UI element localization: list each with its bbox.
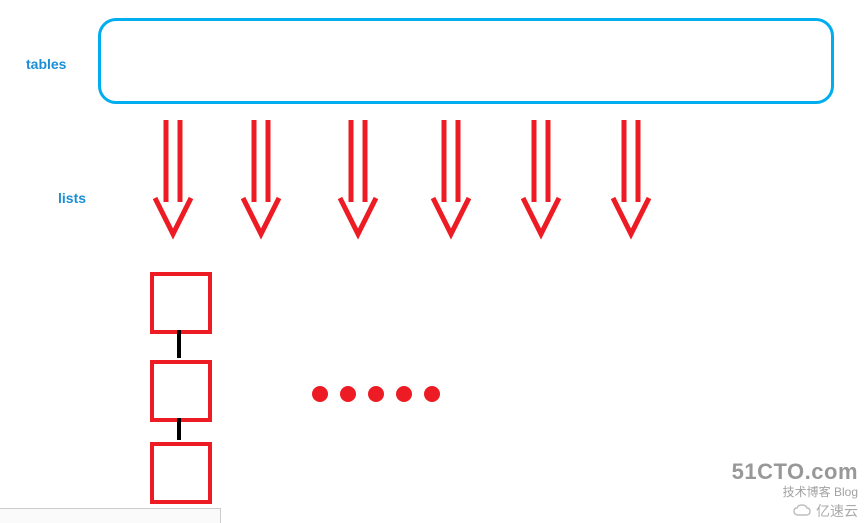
arrow-down-4 (430, 120, 472, 240)
label-tables: tables (26, 56, 66, 72)
watermark: 51CTO.com 技术博客 Blog 亿速云 (732, 460, 858, 519)
arrow-down-2 (240, 120, 282, 240)
label-lists: lists (58, 190, 86, 206)
list-connector-2 (177, 418, 181, 440)
arrow-down-1 (152, 120, 194, 240)
tables-container-box (98, 18, 834, 104)
cloud-icon (792, 504, 812, 518)
arrow-down-5 (520, 120, 562, 240)
arrow-down-3 (337, 120, 379, 240)
list-node-3 (150, 442, 212, 504)
watermark-line3: 亿速云 (816, 504, 858, 519)
list-node-2 (150, 360, 212, 422)
ellipsis-dot-3 (368, 386, 384, 402)
arrow-down-6 (610, 120, 652, 240)
ellipsis-dot-2 (340, 386, 356, 402)
list-node-1 (150, 272, 212, 334)
list-connector-1 (177, 330, 181, 358)
watermark-line1: 51CTO.com (732, 460, 858, 484)
footer-strip (0, 508, 221, 523)
watermark-line2: 技术博客 Blog (732, 486, 858, 499)
ellipsis-dot-4 (396, 386, 412, 402)
ellipsis-dot-1 (312, 386, 328, 402)
ellipsis-dot-5 (424, 386, 440, 402)
